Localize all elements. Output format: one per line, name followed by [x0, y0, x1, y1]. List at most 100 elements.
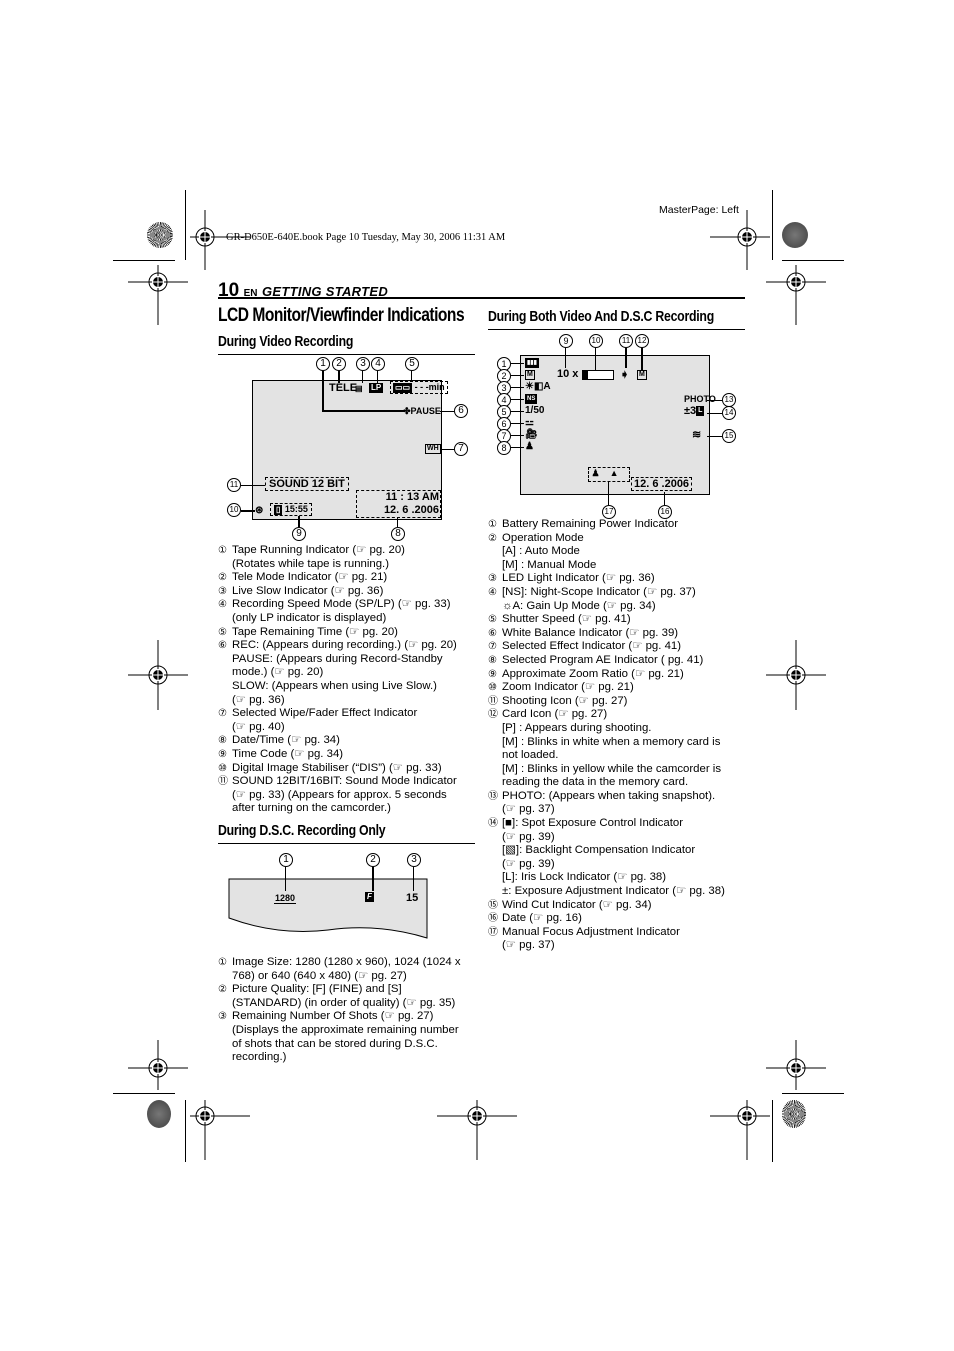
heading-rule: [488, 329, 745, 330]
callout-8: 8: [391, 527, 405, 541]
item-number: ①: [488, 519, 497, 530]
crop-mark: [185, 190, 186, 260]
sub-item-text: [M] : Blinks in white when a memory card…: [502, 735, 721, 748]
wipe-fader-icon: WH: [425, 444, 441, 455]
item-number: ⑨: [218, 748, 227, 760]
list-item: ② Operation Mode [A] : Auto Mode [M] : Manu…: [488, 532, 750, 573]
both-recording-heading: During Both Video And D.S.C Recording: [488, 308, 714, 325]
list-item: ③ Live Slow Indicator (☞ pg. 36): [218, 585, 480, 599]
item-number: ②: [218, 572, 227, 584]
item-number: ⑭: [488, 818, 498, 830]
callout-4: 4: [371, 357, 385, 371]
dsc-recording-heading: During D.S.C. Recording Only: [218, 822, 386, 839]
item-number: ④: [488, 586, 497, 598]
date-display: 12. 6 .2006: [631, 477, 693, 491]
registration-crosshair-icon: [766, 1040, 826, 1090]
item-text: (Displays the approximate remaining numb…: [232, 1023, 459, 1036]
item-text: Tape Running Indicator (☞ pg. 20): [232, 544, 405, 556]
led-light-icon: ☀◧A: [525, 381, 551, 392]
item-text: [▧]: Backlight Compensation Indicator: [502, 844, 696, 857]
exposure-indicator: ±3 L: [684, 405, 705, 417]
item-text: Tele Mode Indicator (☞ pg. 21): [232, 571, 388, 584]
date-time-display: 11 : 13 AM 12. 6 .2006: [356, 490, 441, 518]
item-text: PAUSE: (Appears during Record-Standby: [232, 652, 443, 665]
item-text: 768) or 640 (640 x 480) (☞ pg. 27): [232, 969, 407, 982]
item-text: Wind Cut Indicator (☞ pg. 34): [502, 898, 652, 911]
item-number: ③: [488, 573, 497, 585]
date-text: 12. 6 .2006: [383, 504, 439, 516]
item-number: ⑥: [218, 640, 227, 652]
list-item: ⑪ Shooting Icon (☞ pg. 27): [488, 695, 750, 709]
item-text: (only LP indicator is displayed): [232, 611, 387, 624]
item-number: ⑤: [488, 614, 497, 626]
callout-12: 12: [635, 334, 649, 348]
list-item: ⑬ PHOTO: (Appears when taking snapshot).(…: [488, 790, 750, 817]
callout-3: 3: [407, 853, 421, 867]
registration-crosshair-icon: [766, 265, 826, 325]
item-number: ⑯: [488, 913, 498, 925]
item-number: ②: [218, 984, 227, 996]
heading-rule: [218, 843, 475, 844]
item-number: ③: [218, 585, 227, 597]
item-number: ⑦: [218, 708, 227, 720]
list-item: ⑩ Digital Image Stabiliser (“DIS”) (☞ pg.…: [218, 762, 480, 776]
video-recording-heading: During Video Recording: [218, 333, 354, 350]
callout-2: 2: [366, 853, 380, 867]
time-code: ▯ 15:55: [270, 503, 312, 516]
item-text: Shooting Icon (☞ pg. 27): [502, 694, 628, 707]
item-text: Selected Effect Indicator (☞ pg. 41): [502, 640, 682, 653]
crop-mark: [113, 260, 175, 261]
item-text: Selected Program AE Indicator ( pg. 41): [502, 653, 704, 666]
item-number: ⑧: [488, 654, 497, 666]
sub-item-text: [A] : Auto Mode: [502, 545, 580, 558]
item-number: ①: [218, 545, 227, 556]
item-number: ⑩: [488, 682, 497, 694]
item-text: Live Slow Indicator (☞ pg. 36): [232, 584, 384, 597]
list-item: ⑭ [■]: Spot Exposure Control Indicator (☞ …: [488, 817, 750, 899]
item-number: ⑥: [488, 627, 497, 639]
callout-11: 11: [227, 478, 241, 492]
callout-14: 14: [722, 406, 736, 420]
remaining-shots: 15: [406, 892, 419, 904]
item-text: LED Light Indicator (☞ pg. 36): [502, 572, 655, 585]
callout-15: 15: [722, 429, 736, 443]
video-indicator-list: ① Tape Running Indicator (☞ pg. 20) (Rotat…: [218, 544, 480, 816]
crop-mark: [772, 190, 773, 260]
item-text: Tape Remaining Time (☞ pg. 20): [232, 625, 398, 638]
header-rule: [218, 297, 745, 299]
item-number: ⑨: [488, 668, 497, 680]
item-number: ②: [488, 532, 497, 544]
registration-disc-icon: [782, 222, 808, 248]
sub-item-text: [P] : Appears during shooting.: [502, 721, 652, 734]
callout-6: 6: [454, 404, 468, 418]
item-number: ⑩: [218, 762, 227, 774]
item-number: ⑪: [488, 695, 498, 707]
callout-1: 1: [279, 853, 293, 867]
card-icon: M: [637, 370, 647, 381]
registration-star-icon: [147, 222, 173, 248]
item-text: Zoom Indicator (☞ pg. 21): [502, 681, 634, 694]
registration-crosshair-icon: [710, 1100, 770, 1160]
registration-crosshair-icon: [190, 1100, 250, 1160]
item-text: (☞ pg. 36): [232, 693, 285, 706]
callout-9: 9: [292, 527, 306, 541]
item-text: [■]: Spot Exposure Control Indicator: [502, 817, 683, 830]
sound-mode-indicator: SOUND 12 BIT: [265, 477, 349, 491]
sub-item-text: not loaded.: [502, 749, 559, 762]
item-text: Card Icon (☞ pg. 27): [502, 708, 608, 721]
time-text: 11 : 13 AM: [385, 491, 439, 503]
item-text: Shutter Speed (☞ pg. 41): [502, 613, 631, 626]
registration-disc-icon: [147, 1100, 171, 1128]
zoom-indicator-bar: [582, 370, 614, 380]
callout-2: 2: [332, 357, 346, 371]
list-item: ③ Remaining Number Of Shots (☞ pg. 27) (Di…: [218, 1010, 480, 1064]
list-item: ⑧ Date/Time (☞ pg. 34): [218, 734, 480, 748]
crop-mark: [772, 1100, 773, 1162]
list-item: ② Tele Mode Indicator (☞ pg. 21): [218, 571, 480, 585]
item-number: ⑬: [488, 790, 498, 802]
list-item: ③ LED Light Indicator (☞ pg. 36): [488, 572, 750, 586]
crop-mark: [113, 1093, 175, 1094]
item-number: ⑫: [488, 709, 498, 721]
sub-item-text: [M] : Manual Mode: [502, 558, 597, 571]
callout-5: 5: [405, 357, 419, 371]
